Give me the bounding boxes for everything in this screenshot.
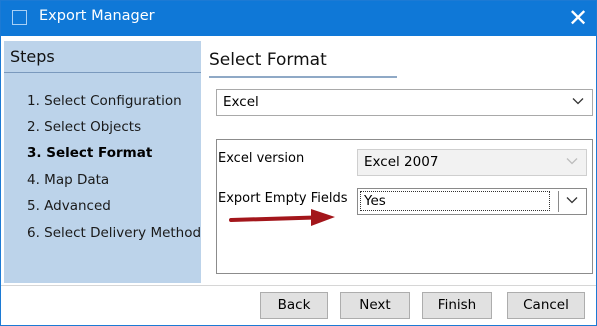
export-empty-fields-label: Export Empty Fields — [218, 191, 348, 206]
export-empty-fields-dropdown[interactable]: Yes — [357, 188, 587, 215]
export-empty-fields-value: Yes — [360, 191, 550, 211]
export-manager-window: Export Manager ✕ Steps 1. Select Configu… — [0, 0, 597, 326]
step-advanced[interactable]: 5. Advanced — [27, 198, 111, 214]
steps-header: Steps — [4, 41, 201, 73]
chevron-down-icon — [572, 98, 584, 105]
section-title: Select Format — [209, 50, 327, 70]
excel-version-value: Excel 2007 — [364, 154, 439, 170]
format-dropdown[interactable]: Excel — [216, 89, 593, 116]
step-select-delivery-method[interactable]: 6. Select Delivery Method — [27, 225, 201, 241]
section-underline — [209, 76, 397, 78]
chevron-down-icon — [566, 158, 578, 165]
red-arrow-annotation — [229, 209, 335, 226]
dropdown-divider — [558, 191, 559, 212]
format-dropdown-value: Excel — [223, 94, 259, 110]
back-button[interactable]: Back — [260, 292, 328, 319]
steps-pane: Steps 1. Select Configuration 2. Select … — [4, 41, 201, 283]
next-button[interactable]: Next — [340, 292, 410, 319]
finish-button[interactable]: Finish — [422, 292, 492, 319]
window-icon — [12, 10, 27, 25]
step-select-format[interactable]: 3. Select Format — [27, 145, 152, 161]
step-select-objects[interactable]: 2. Select Objects — [27, 119, 141, 135]
window-title: Export Manager — [39, 8, 155, 24]
footer-divider — [1, 285, 596, 286]
step-map-data[interactable]: 4. Map Data — [27, 172, 109, 188]
step-select-configuration[interactable]: 1. Select Configuration — [27, 93, 182, 109]
close-icon[interactable]: ✕ — [564, 4, 592, 32]
chevron-down-icon — [566, 197, 578, 204]
title-bar: Export Manager ✕ — [1, 1, 596, 36]
excel-version-label: Excel version — [218, 151, 305, 166]
cancel-button[interactable]: Cancel — [507, 292, 585, 319]
excel-version-dropdown[interactable]: Excel 2007 — [357, 149, 587, 176]
steps-title: Steps — [10, 47, 55, 66]
